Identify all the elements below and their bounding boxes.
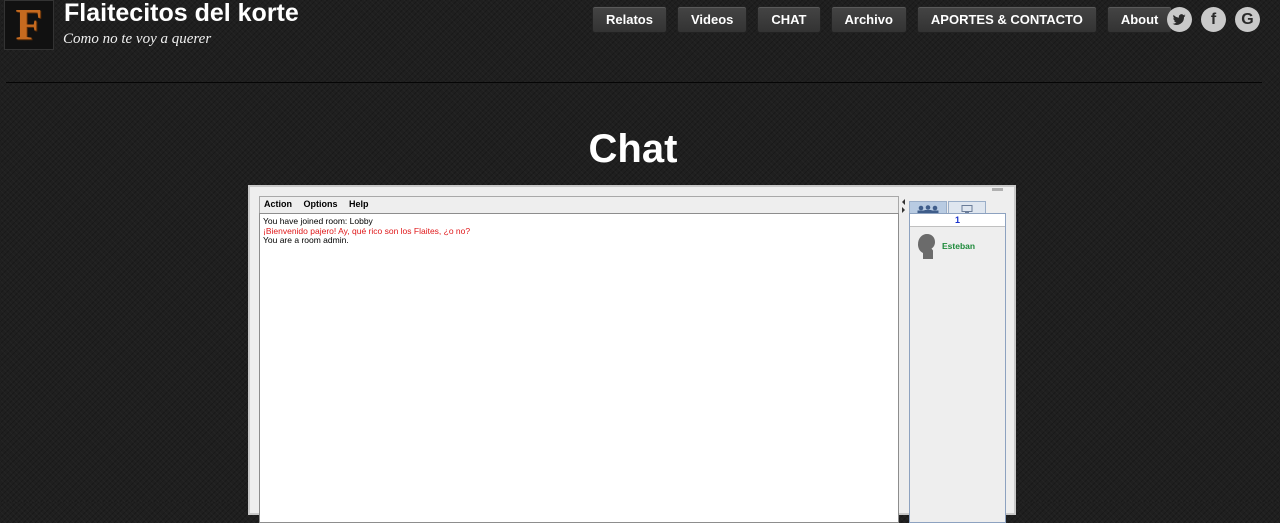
user-list-panel: 1 Esteban — [909, 213, 1006, 523]
menu-help[interactable]: Help — [349, 199, 369, 209]
splitter-right-arrow-icon[interactable] — [902, 207, 905, 213]
twitter-icon[interactable] — [1167, 7, 1192, 32]
chat-message: ¡Bienvenido pajero! Ay, qué rico son los… — [263, 225, 471, 236]
message-area[interactable]: You have joined room: Lobby ¡Bienvenido … — [259, 213, 899, 523]
twitter-bird-glyph — [1172, 14, 1186, 25]
social-links: f G — [1167, 7, 1260, 32]
user-count: 1 — [910, 214, 1005, 227]
site-title[interactable]: Flaitecitos del korte — [64, 0, 299, 28]
menu-action[interactable]: Action — [264, 199, 292, 209]
main-nav: Relatos Videos CHAT Archivo APORTES & CO… — [592, 6, 1173, 33]
tab-users[interactable] — [909, 201, 947, 215]
user-panel-tabs — [909, 201, 986, 215]
applet-corner-mark — [992, 188, 1003, 191]
panel-splitter[interactable] — [901, 196, 907, 516]
splitter-left-arrow-icon[interactable] — [902, 199, 905, 205]
chat-message: You are a room admin. — [263, 235, 349, 245]
chat-applet: Action Options Help You have joined room… — [248, 185, 1016, 523]
user-name: Esteban — [942, 241, 976, 251]
nav-relatos-button[interactable]: Relatos — [592, 6, 667, 33]
nav-aportes-contacto-button[interactable]: APORTES & CONTACTO — [916, 6, 1097, 33]
google-icon[interactable]: G — [1235, 7, 1260, 32]
nav-chat-button[interactable]: CHAT — [757, 6, 821, 33]
header-divider — [6, 82, 1262, 83]
nav-about-button[interactable]: About — [1106, 6, 1173, 33]
site-tagline: Como no te voy a querer — [63, 31, 212, 47]
user-avatar-icon — [918, 234, 935, 259]
page-title: Chat — [588, 127, 678, 171]
tab-rooms[interactable] — [948, 201, 986, 214]
logo[interactable]: F — [4, 0, 54, 50]
user-list-item[interactable]: Esteban — [916, 232, 975, 260]
menu-options[interactable]: Options — [304, 199, 338, 209]
nav-videos-button[interactable]: Videos — [676, 6, 748, 33]
logo-letter: F — [15, 0, 43, 49]
nav-archivo-button[interactable]: Archivo — [830, 6, 907, 33]
chat-menubar: Action Options Help — [259, 196, 899, 213]
facebook-icon[interactable]: f — [1201, 7, 1226, 32]
